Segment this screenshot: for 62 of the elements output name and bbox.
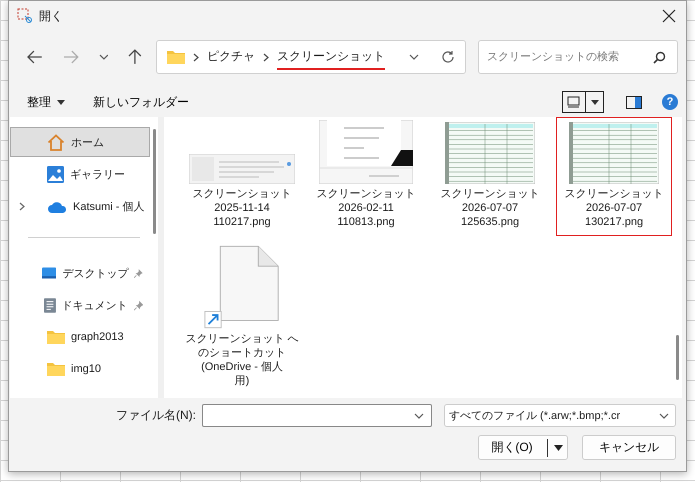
- sidebar-item[interactable]: ドキュメント: [10, 290, 150, 320]
- view-button[interactable]: [562, 91, 604, 113]
- shortcut-file-icon: [204, 245, 280, 329]
- back-arrow-icon[interactable]: [27, 50, 43, 64]
- pin-icon[interactable]: [134, 300, 144, 310]
- window-title: 開く: [39, 8, 63, 24]
- help-icon[interactable]: ?: [662, 94, 678, 110]
- file-item[interactable]: スクリーンショット 2026-07-07 125635.png: [432, 117, 548, 236]
- file-name-field[interactable]: [202, 404, 432, 427]
- file-name: スクリーンショット 2026-02-11 110813.png: [316, 187, 416, 229]
- sidebar-item[interactable]: Katsumi - 個人: [10, 191, 150, 221]
- chevron-right-icon: [263, 52, 270, 62]
- chevron-right-icon[interactable]: [19, 202, 25, 210]
- open-button[interactable]: 開く(O): [478, 435, 568, 460]
- chevron-down-icon[interactable]: [414, 413, 424, 419]
- refresh-icon[interactable]: [440, 50, 455, 64]
- scrollbar-thumb[interactable]: [676, 335, 680, 380]
- gallery-icon: [47, 166, 64, 182]
- close-icon[interactable]: [662, 9, 676, 23]
- breadcrumb-item[interactable]: ピクチャ: [207, 48, 256, 70]
- scrollbar-thumb[interactable]: [153, 129, 156, 234]
- file-item[interactable]: スクリーンショット 2026-07-07 130217.png: [556, 117, 672, 236]
- file-name: スクリーンショット へ のショートカット (OneDrive - 個人 用): [185, 332, 299, 388]
- up-arrow-icon[interactable]: [128, 49, 142, 65]
- file-type-dropdown[interactable]: すべてのファイル (*.arw;*.bmp;*.cr: [444, 404, 676, 427]
- file-name: スクリーンショット 2026-07-07 125635.png: [440, 187, 540, 229]
- folder-icon: [167, 50, 186, 64]
- cancel-button[interactable]: キャンセル: [582, 435, 676, 460]
- chevron-down-icon[interactable]: [408, 54, 419, 60]
- caret-icon: [591, 100, 599, 104]
- search-field[interactable]: スクリーンショットの検索: [478, 40, 678, 74]
- organize-button[interactable]: 整理: [27, 92, 65, 112]
- chevron-down-icon: [659, 412, 669, 418]
- new-folder-button[interactable]: 新しいフォルダー: [93, 92, 189, 112]
- desktop-icon: [42, 266, 56, 280]
- chevron-right-icon: [193, 52, 200, 62]
- sidebar-item[interactable]: ギャラリー: [10, 159, 150, 189]
- sidebar-item[interactable]: デスクトップ: [10, 258, 150, 288]
- sidebar-item[interactable]: ホーム: [10, 127, 150, 157]
- caret-icon: [554, 444, 563, 450]
- caret-icon: [57, 100, 65, 104]
- file-item[interactable]: スクリーンショット 2026-02-11 110813.png: [308, 117, 424, 236]
- sidebar-item[interactable]: graph2013: [10, 322, 150, 352]
- preview-pane-icon[interactable]: [626, 96, 642, 108]
- search-icon[interactable]: [652, 51, 666, 64]
- file-name: スクリーンショット 2026-07-07 130217.png: [564, 187, 664, 229]
- sidebar-item[interactable]: img10: [10, 354, 150, 384]
- file-name: スクリーンショット 2025-11-14 110217.png: [192, 187, 292, 229]
- breadcrumb-item[interactable]: スクリーンショット: [277, 48, 386, 70]
- view-icon: [567, 96, 580, 108]
- document-icon: [44, 296, 56, 314]
- folder-icon: [47, 330, 65, 344]
- app-icon: [17, 8, 33, 24]
- file-item[interactable]: スクリーンショット へ のショートカット (OneDrive - 個人 用): [184, 242, 300, 395]
- chevron-down-icon[interactable]: [98, 54, 108, 60]
- folder-icon: [47, 362, 65, 376]
- cloud-icon: [47, 200, 67, 212]
- home-icon: [47, 134, 65, 150]
- address-bar[interactable]: ピクチャ スクリーンショット: [156, 40, 466, 74]
- file-name-label: ファイル名(N):: [116, 407, 196, 424]
- file-item[interactable]: スクリーンショット 2025-11-14 110217.png: [184, 117, 300, 236]
- pin-icon[interactable]: [134, 268, 144, 278]
